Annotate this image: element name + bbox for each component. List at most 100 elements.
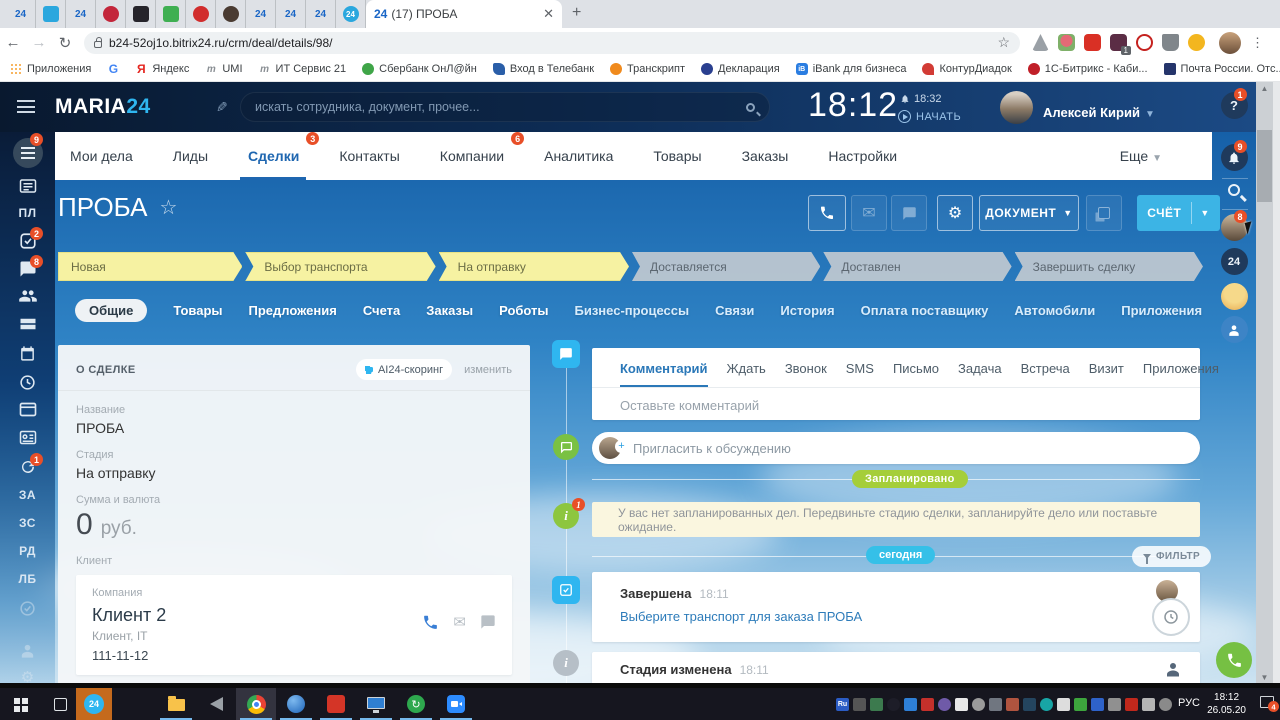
tray-icon[interactable]	[1142, 697, 1155, 711]
tab-supplier-payment[interactable]: Оплата поставщику	[861, 303, 989, 318]
url-input[interactable]	[109, 35, 991, 50]
pinned-tab[interactable]: 24	[336, 0, 366, 28]
tab-wait[interactable]: Ждать	[727, 361, 766, 387]
taskbar-remote-desktop[interactable]	[356, 688, 396, 720]
nav-analytics[interactable]: Аналитика	[544, 148, 613, 164]
pinned-tab[interactable]	[36, 0, 66, 28]
search-button[interactable]	[1212, 184, 1256, 196]
bookmark-sberbank[interactable]: Сбербанк ОнЛ@йн	[362, 63, 477, 75]
bookmark-ibank[interactable]: iB iBank для бизнеса	[795, 63, 906, 75]
pinned-tab[interactable]	[156, 0, 186, 28]
nav-orders[interactable]: Заказы	[742, 148, 789, 164]
drive-item[interactable]	[0, 316, 55, 332]
online-user-avatar[interactable]	[1212, 283, 1256, 310]
tray-icon[interactable]	[1108, 697, 1121, 711]
nav-my-tasks[interactable]: Мои дела	[70, 148, 133, 164]
bookmark-it-service[interactable]: m ИТ Сервис 21	[259, 63, 346, 75]
pinned-tab[interactable]	[186, 0, 216, 28]
menu-hamburger-icon[interactable]	[17, 100, 35, 113]
bitrix24-button[interactable]: 24	[1212, 248, 1256, 275]
browser-menu-icon[interactable]: ⋮	[1251, 35, 1264, 51]
taskbar-bitrix24[interactable]: 24	[76, 688, 112, 720]
tab-close-icon[interactable]: ✕	[543, 6, 554, 22]
pinned-tab[interactable]: 24	[276, 0, 306, 28]
entry-link[interactable]: Выберите транспорт для заказа ПРОБА	[592, 601, 1200, 632]
sidebar-item-zs[interactable]: ЗС	[0, 516, 55, 530]
tab-apps[interactable]: Приложения	[1143, 361, 1219, 387]
time-item[interactable]	[0, 374, 55, 391]
tray-icon[interactable]	[853, 697, 866, 711]
bookmark-star-icon[interactable]: ☆	[997, 34, 1010, 51]
nav-more[interactable]: Еще ▼	[1120, 148, 1162, 164]
favorite-star-icon[interactable]: ☆	[160, 195, 178, 220]
grey-extension-icon[interactable]	[1162, 34, 1179, 51]
invoice-button[interactable]: СЧЁТ ▼	[1137, 195, 1220, 231]
drive-extension-icon[interactable]	[1032, 34, 1049, 51]
nav-contacts[interactable]: Контакты	[339, 148, 399, 164]
tab-visit[interactable]: Визит	[1089, 361, 1124, 387]
nav-leads[interactable]: Лиды	[173, 148, 208, 164]
user-avatar[interactable]	[1000, 91, 1033, 124]
tray-icon[interactable]	[921, 697, 934, 711]
invite-item[interactable]	[0, 642, 55, 659]
back-button[interactable]: ←	[0, 34, 26, 51]
company-card[interactable]: Компания Клиент 2 Клиент, IT 111-11-12 ✉	[76, 575, 512, 675]
check-item[interactable]	[0, 600, 55, 617]
tab-links[interactable]: Связи	[715, 303, 754, 318]
sidebar-item-za[interactable]: ЗА	[0, 488, 55, 502]
tray-icon[interactable]	[1006, 697, 1019, 711]
tab-apps[interactable]: Приложения	[1121, 303, 1202, 318]
bookmark-google[interactable]: G	[107, 62, 119, 76]
sites-item[interactable]	[0, 402, 55, 417]
start-button[interactable]	[0, 688, 40, 720]
tray-icon[interactable]	[989, 697, 1002, 711]
pdf-extension-icon[interactable]	[1084, 34, 1101, 51]
online-user-avatar[interactable]	[1212, 316, 1256, 343]
invite-to-discussion[interactable]: Пригласить к обсуждению	[592, 432, 1200, 464]
language-indicator[interactable]: РУС	[1178, 697, 1200, 709]
ai-scoring-button[interactable]: AI24-скоринг	[355, 359, 453, 380]
bookmark-transcript[interactable]: Транскрипт	[610, 63, 685, 75]
tab-cars[interactable]: Автомобили	[1014, 303, 1095, 318]
sidebar-item-rd[interactable]: РД	[0, 544, 55, 558]
pinned-tab[interactable]: 24	[246, 0, 276, 28]
nav-companies[interactable]: Компании 6	[440, 132, 525, 164]
tray-icon-ru[interactable]: Ru	[836, 697, 849, 711]
sidebar-item-pl[interactable]: ПЛ	[0, 206, 55, 220]
deal-name-value[interactable]: ПРОБА	[76, 420, 512, 436]
tab-call[interactable]: Звонок	[785, 361, 827, 387]
callback-button[interactable]	[1212, 642, 1256, 678]
nav-deals[interactable]: Сделки 3	[248, 132, 320, 164]
filter-button[interactable]: ФИЛЬТР	[1132, 546, 1212, 567]
tab-general[interactable]: Общие	[75, 299, 148, 322]
taskbar-app-green[interactable]: ↻	[396, 688, 436, 720]
deal-stage-value[interactable]: На отправку	[76, 465, 512, 481]
timeline-entry-completed[interactable]: Завершена 18:11 Выберите транспорт для з…	[592, 572, 1200, 642]
tab-task[interactable]: Задача	[958, 361, 1002, 387]
stage-delivering[interactable]: Доставляется	[632, 252, 820, 281]
calendar-item[interactable]	[0, 345, 55, 362]
pinned-tab[interactable]	[216, 0, 246, 28]
taskbar-zoom[interactable]	[436, 688, 476, 720]
user-menu[interactable]: Алексей Кирий ▼	[1043, 105, 1155, 120]
global-search[interactable]	[240, 92, 770, 122]
scroll-down-icon[interactable]: ▼	[1256, 673, 1273, 682]
taskbar-announce[interactable]	[196, 688, 236, 720]
settings-button[interactable]: ⚙	[937, 195, 973, 231]
new-tab-button[interactable]: +	[572, 4, 581, 22]
stage-new[interactable]: Новая	[58, 252, 242, 281]
nav-products[interactable]: Товары	[653, 148, 701, 164]
scrollbar-thumb[interactable]	[1257, 130, 1272, 202]
tray-icon[interactable]	[972, 697, 985, 711]
stage-delivered[interactable]: Доставлен	[823, 252, 1011, 281]
chat-icon[interactable]	[480, 614, 496, 630]
tab-robots[interactable]: Роботы	[499, 303, 548, 318]
bookmark-1c-bitrix[interactable]: 1С-Битрикс - Каби...	[1027, 63, 1148, 75]
taskbar-app-sphere[interactable]	[276, 688, 316, 720]
start-workday[interactable]: НАЧАТЬ	[898, 110, 961, 123]
tray-icon[interactable]	[938, 697, 951, 711]
tray-icon[interactable]	[870, 697, 883, 711]
phone-icon[interactable]	[422, 614, 439, 631]
flower-extension-icon[interactable]	[1058, 34, 1075, 51]
tab-bizproc[interactable]: Бизнес-процессы	[575, 303, 690, 318]
